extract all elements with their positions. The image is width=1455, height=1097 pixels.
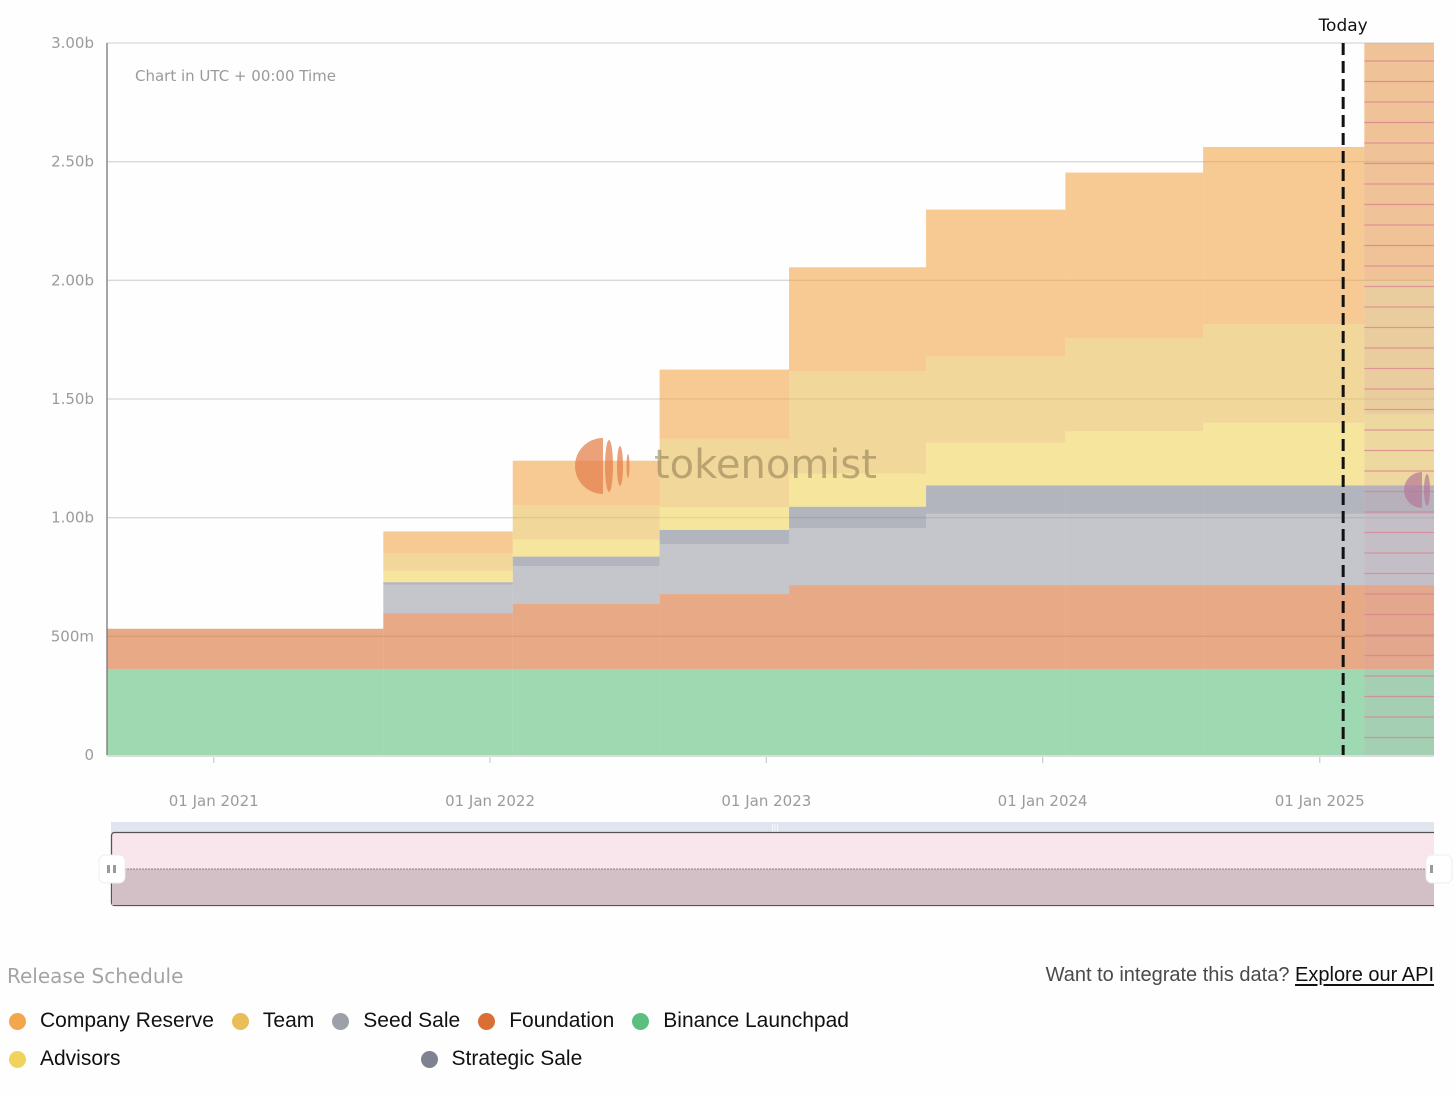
area-segment: [1203, 324, 1365, 423]
area-segment: [659, 530, 790, 545]
area-segment: [1065, 585, 1204, 670]
area-segment: [512, 566, 660, 605]
legend-dot-icon: [9, 1012, 26, 1030]
area-segment: [1065, 513, 1204, 586]
area-segment: [1203, 513, 1365, 586]
area-segment: [383, 570, 513, 583]
range-navigator[interactable]: |||: [98, 820, 1455, 920]
area-segment: [1065, 431, 1204, 486]
x-tick-label: 01 Jan 2023: [721, 792, 811, 810]
legend-item-foundation[interactable]: Foundation: [478, 1008, 614, 1034]
area-segment: [1065, 669, 1204, 755]
release-schedule-chart: tokenomist 0 500m 1.00b 1.50b 2.00b 2.50b 3.00…: [51, 16, 1455, 920]
area-segment: [659, 369, 790, 439]
future-hatch-region: [1364, 43, 1434, 755]
legend-item-strategic-sale[interactable]: Strategic Sale: [420, 1046, 582, 1072]
series-binance-launchpad: [107, 669, 1434, 755]
area-segment: [659, 544, 790, 595]
area-segment: [512, 604, 660, 670]
area-segment: [383, 582, 513, 585]
area-segment: [383, 584, 513, 614]
navigator-right-handle[interactable]: [1425, 854, 1453, 884]
legend-dot-icon: [420, 1050, 438, 1068]
y-tick-label: 2.50b: [51, 153, 94, 171]
area-segment: [1065, 338, 1204, 432]
area-segment: [1065, 485, 1204, 514]
today-label: Today: [1318, 16, 1368, 36]
area-segment: [1203, 669, 1365, 755]
area-segment: [926, 669, 1066, 755]
area-segment: [383, 613, 513, 670]
area-segment: [512, 539, 660, 557]
area-segment: [383, 531, 513, 554]
area-segment: [383, 553, 513, 571]
series-foundation: [107, 585, 1434, 670]
area-segment: [926, 485, 1066, 514]
area-segment: [926, 442, 1066, 486]
legend-item-team[interactable]: Team: [231, 1008, 314, 1034]
y-tick-label: 500m: [51, 627, 94, 645]
y-tick-label: 0: [84, 746, 94, 764]
area-segment: [789, 267, 927, 371]
explore-api-link[interactable]: Explore our API: [1295, 964, 1434, 986]
area-segment: [1203, 422, 1365, 486]
x-tick-label: 01 Jan 2021: [169, 792, 259, 810]
area-segment: [107, 669, 384, 755]
watermark-text: tokenomist: [654, 442, 877, 488]
x-tick-label: 01 Jan 2024: [998, 792, 1088, 810]
legend-dot-icon: [478, 1012, 496, 1030]
api-prompt-text: Want to integrate this data?: [1045, 964, 1290, 986]
area-segment: [512, 669, 660, 755]
area-segment: [512, 505, 660, 540]
y-tick-label: 3.00b: [51, 34, 94, 52]
navigator-left-handle[interactable]: [98, 854, 126, 884]
navigator-series-area: [112, 869, 1442, 905]
x-tick-label: 01 Jan 2022: [445, 792, 535, 810]
area-segment: [926, 513, 1066, 586]
legend-dot-icon: [9, 1050, 26, 1068]
area-segment: [1065, 172, 1204, 339]
area-segment: [926, 585, 1066, 670]
legend-item-company-reserve[interactable]: Company Reserve: [9, 1008, 214, 1034]
x-tick-label: 01 Jan 2025: [1275, 792, 1365, 810]
chart-legend: Company Reserve Team Seed Sale Foundatio…: [9, 1008, 1109, 1072]
legend-dot-icon: [632, 1012, 650, 1030]
y-tick-label: 1.00b: [51, 509, 94, 527]
area-segment: [659, 594, 790, 670]
svg-text:|||: |||: [771, 823, 779, 832]
chart-footer: Release Schedule Want to integrate this …: [0, 960, 1455, 1000]
area-segment: [789, 506, 927, 529]
area-segment: [659, 669, 790, 755]
area-segment: [1203, 146, 1365, 325]
y-tick-label: 2.00b: [51, 271, 94, 289]
area-segment: [789, 669, 927, 755]
legend-dot-icon: [332, 1012, 350, 1030]
area-segment: [789, 585, 927, 670]
legend-item-binance-launchpad[interactable]: Binance Launchpad: [632, 1008, 849, 1034]
legend-item-seed-sale[interactable]: Seed Sale: [332, 1008, 460, 1034]
area-segment: [107, 628, 384, 670]
y-tick-label: 1.50b: [51, 390, 94, 408]
area-segment: [1203, 485, 1365, 514]
api-promo: Want to integrate this data? Explore our…: [1046, 964, 1434, 987]
area-segment: [926, 356, 1066, 443]
legend-item-advisors[interactable]: Advisors: [9, 1046, 121, 1072]
area-segment: [789, 528, 927, 586]
legend-dot-icon: [231, 1012, 249, 1030]
area-segment: [512, 556, 660, 567]
release-schedule-label: Release Schedule: [7, 964, 184, 988]
future-overlay: [1364, 43, 1434, 755]
timezone-note: Chart in UTC + 00:00 Time: [135, 67, 336, 85]
area-segment: [383, 669, 513, 755]
area-segment: [926, 209, 1066, 357]
area-segment: [1203, 585, 1365, 670]
area-segment: [659, 507, 790, 531]
stacked-areas: [107, 43, 1434, 755]
